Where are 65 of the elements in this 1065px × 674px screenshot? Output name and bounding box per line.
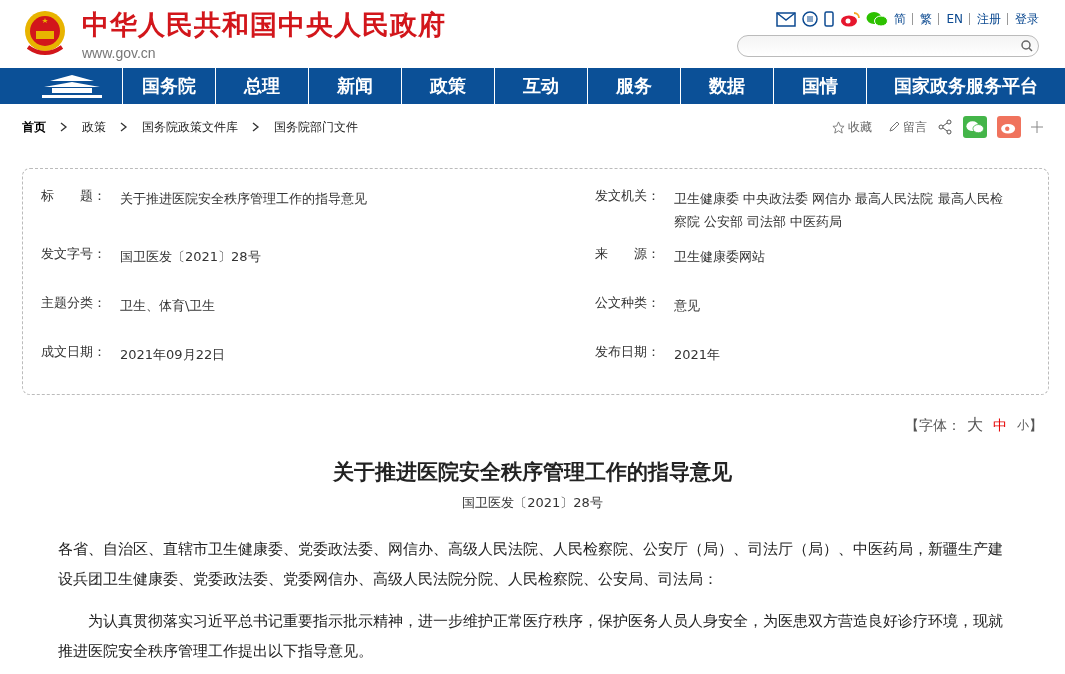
breadcrumb-link[interactable]: 国务院政策文件库 [142, 118, 238, 136]
chevron-icon [60, 122, 68, 132]
chevron-icon [120, 122, 128, 132]
info-label: 发布日期： [595, 343, 661, 361]
mail-icon[interactable] [776, 11, 797, 27]
wechat-share-button[interactable] [963, 116, 987, 138]
weibo-icon[interactable] [840, 11, 861, 27]
favorite-button[interactable]: 收藏 [832, 118, 872, 136]
nav-item[interactable]: 数据 [681, 68, 774, 104]
weibo-share-button[interactable] [997, 116, 1021, 138]
search-field[interactable] [737, 35, 1039, 57]
site-title: 中华人民共和国中央人民政府 [82, 8, 447, 42]
info-label: 发文机关： [595, 187, 661, 205]
wechat-icon [966, 120, 984, 134]
top-link[interactable]: 繁 [912, 13, 933, 25]
info-label: 发文字号： [41, 245, 107, 263]
top-link[interactable]: 登录 [1007, 13, 1039, 25]
phone-icon[interactable] [824, 11, 835, 27]
info-value: 卫生健康委网站 [674, 248, 765, 266]
breadcrumb-link[interactable]: 国务院部门文件 [274, 118, 358, 136]
info-label: 成文日期： [41, 343, 107, 361]
info-value: 2021年09月22日 [120, 346, 226, 364]
breadcrumb-link[interactable]: 政策 [82, 118, 106, 136]
top-link[interactable]: EN [938, 13, 963, 25]
nav-item[interactable]: 互动 [495, 68, 588, 104]
info-value: 2021年 [674, 346, 721, 364]
info-value: 卫生、体育\卫生 [120, 297, 216, 315]
nav-item[interactable]: 国情 [774, 68, 867, 104]
top-link[interactable]: 注册 [969, 13, 1001, 25]
top-link[interactable]: 简 [894, 13, 907, 25]
message-icon[interactable] [802, 11, 819, 27]
font-size-option[interactable]: 中 [993, 416, 1007, 435]
site-domain: www.gov.cn [82, 45, 157, 61]
article-paragraph: 为认真贯彻落实习近平总书记重要指示批示精神，进一步维护正常医疗秩序，保护医务人员人身安全，为医患双方营造良好诊疗环境，现就推进医院安全秩序管理工作提出以下指导意见。 [58, 611, 1004, 662]
plus-icon[interactable] [1031, 121, 1043, 133]
article-paragraph: 各省、自治区、直辖市卫生健康委、党委政法委、网信办、高级人民法院、人民检察院、公安厅（局）、司法厅（局）、中医药局，新疆生产建设兵团卫生健康委、党委政法委、党委网信办、高级人民法院分院、人民检察院、公安局、司法局： [58, 539, 1004, 590]
pencil-icon [888, 121, 900, 133]
info-label: 主题分类： [41, 294, 107, 312]
star-icon [832, 120, 845, 134]
font-size-option[interactable]: 大 [967, 415, 983, 436]
font-size-label: 【字体： [905, 416, 961, 435]
font-size-option[interactable]: 小 [1017, 417, 1029, 434]
nav-item[interactable]: 新闻 [309, 68, 402, 104]
nav-item[interactable]: 总理 [216, 68, 309, 104]
info-label: 来 源： [595, 245, 661, 263]
info-value: 卫生健康委 中央政法委 网信办 最高人民法院 最高人民检察院 公安部 司法部 中医药局 [674, 190, 1004, 231]
chevron-icon [252, 122, 260, 132]
nav-item[interactable]: 国家政务服务平台 [867, 68, 1065, 104]
bracket: 】 [1029, 416, 1043, 435]
info-value: 意见 [674, 297, 700, 315]
article-title: 关于推进医院安全秩序管理工作的指导意见 [332, 458, 733, 486]
info-label: 公文种类： [595, 294, 661, 312]
search-icon[interactable] [1020, 39, 1034, 53]
breadcrumb-link[interactable]: 首页 [22, 118, 46, 136]
tiananmen-icon[interactable] [40, 73, 104, 99]
comment-button[interactable]: 留言 [888, 118, 927, 136]
info-value: 国卫医发〔2021〕28号 [120, 248, 261, 266]
share-icon[interactable] [937, 119, 953, 135]
nav-item[interactable]: 服务 [588, 68, 681, 104]
document-number: 国卫医发〔2021〕28号 [461, 494, 604, 512]
wechat-icon[interactable] [866, 11, 889, 27]
nav-item[interactable]: 政策 [402, 68, 495, 104]
info-label: 标 题： [41, 187, 107, 205]
info-value: 关于推进医院安全秩序管理工作的指导意见 [120, 190, 367, 208]
nav-item[interactable]: 国务院 [123, 68, 216, 104]
